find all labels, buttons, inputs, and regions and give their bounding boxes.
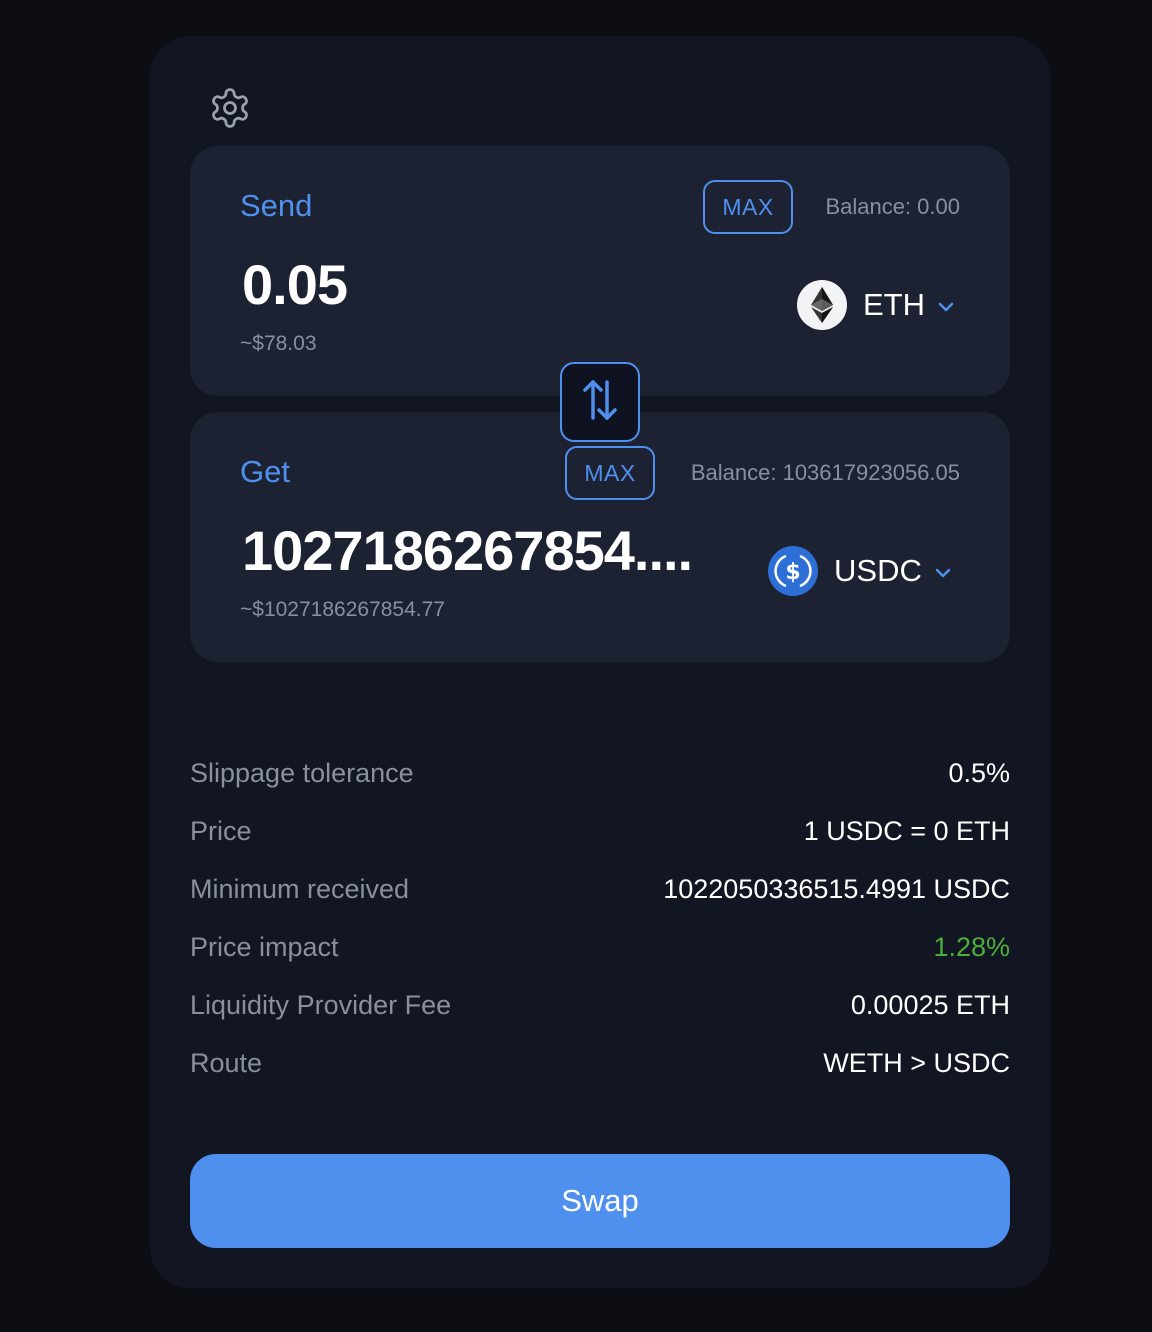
swap-button[interactable]: Swap (190, 1154, 1010, 1248)
detail-value: 1022050336515.4991 USDC (663, 873, 1010, 904)
get-amount-input[interactable]: 1027186267854.... (242, 518, 722, 583)
ethereum-icon (797, 280, 847, 330)
detail-value: 1.28% (933, 931, 1010, 962)
swap-arrows-icon (578, 376, 622, 429)
detail-key: Price impact (190, 931, 339, 962)
detail-row-lp-fee: Liquidity Provider Fee 0.00025 ETH (190, 976, 1010, 1034)
swap-card: Send MAX Balance: 0.00 0.05 ~$78.03 ETH (150, 36, 1050, 1288)
send-label: Send (240, 188, 313, 223)
detail-key: Slippage tolerance (190, 757, 414, 788)
send-balance: Balance: 0.00 (825, 194, 960, 219)
detail-row-minimum-received: Minimum received 1022050336515.4991 USDC (190, 860, 1010, 918)
settings-button[interactable] (206, 86, 254, 134)
send-token-selector[interactable]: ETH (797, 280, 955, 330)
swap-details: Slippage tolerance 0.5% Price 1 USDC = 0… (190, 744, 1010, 1092)
usdc-icon: $ (768, 546, 818, 596)
detail-value: 0.5% (948, 757, 1010, 788)
detail-row-price: Price 1 USDC = 0 ETH (190, 802, 1010, 860)
send-max-button[interactable]: MAX (703, 180, 793, 234)
get-token-name: USDC (834, 553, 922, 588)
get-token-selector[interactable]: $ USDC (768, 546, 952, 596)
detail-row-price-impact: Price impact 1.28% (190, 918, 1010, 976)
detail-row-route: Route WETH > USDC (190, 1034, 1010, 1092)
get-label: Get (240, 454, 290, 489)
detail-value: WETH > USDC (823, 1047, 1010, 1078)
chevron-down-icon (937, 301, 955, 313)
get-max-button[interactable]: MAX (565, 446, 655, 500)
detail-value: 1 USDC = 0 ETH (803, 815, 1010, 846)
detail-key: Liquidity Provider Fee (190, 989, 452, 1020)
send-usd-value: ~$78.03 (240, 332, 317, 355)
send-amount-input[interactable]: 0.05 (242, 252, 542, 317)
chevron-down-icon (934, 567, 952, 579)
get-panel: Get MAX Balance: 103617923056.05 1027186… (190, 412, 1010, 662)
swap-direction-button[interactable] (560, 362, 640, 442)
get-balance: Balance: 103617923056.05 (690, 460, 960, 485)
detail-row-slippage: Slippage tolerance 0.5% (190, 744, 1010, 802)
svg-text:$: $ (785, 560, 800, 585)
gear-icon (208, 86, 252, 135)
send-panel: Send MAX Balance: 0.00 0.05 ~$78.03 ETH (190, 146, 1010, 396)
detail-key: Route (190, 1047, 263, 1078)
detail-key: Price (190, 815, 252, 846)
detail-key: Minimum received (190, 873, 410, 904)
detail-value: 0.00025 ETH (850, 989, 1010, 1020)
get-usd-value: ~$1027186267854.77 (240, 598, 445, 621)
send-token-name: ETH (863, 287, 925, 322)
